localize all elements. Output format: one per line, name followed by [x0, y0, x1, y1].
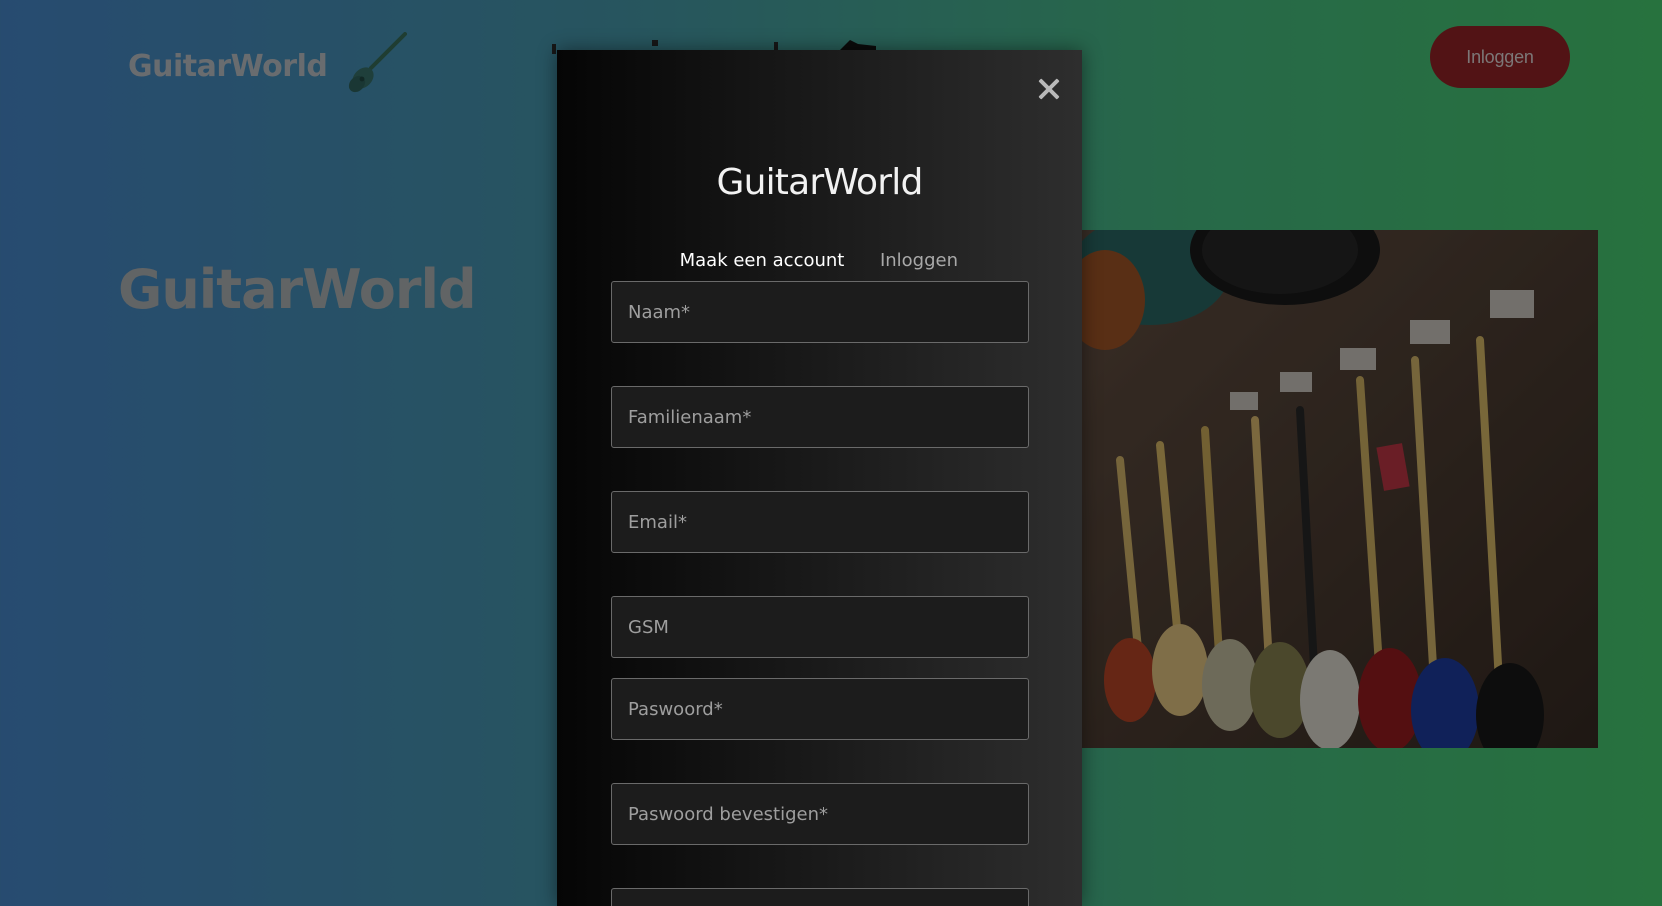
next-field[interactable] — [611, 888, 1029, 906]
last-name-field[interactable] — [611, 386, 1029, 448]
email-field[interactable] — [611, 491, 1029, 553]
first-name-field[interactable] — [611, 281, 1029, 343]
modal-title: GuitarWorld — [716, 162, 923, 203]
auth-tabs: Maak een account Inloggen — [662, 236, 976, 286]
confirm-password-field[interactable] — [611, 783, 1029, 845]
password-field[interactable] — [611, 678, 1029, 740]
signup-modal: GuitarWorld Maak een account Inloggen — [557, 50, 1082, 906]
phone-field[interactable] — [611, 596, 1029, 658]
close-icon[interactable] — [1034, 74, 1064, 104]
tab-create-account[interactable]: Maak een account — [662, 236, 862, 286]
tab-login[interactable]: Inloggen — [862, 236, 976, 286]
